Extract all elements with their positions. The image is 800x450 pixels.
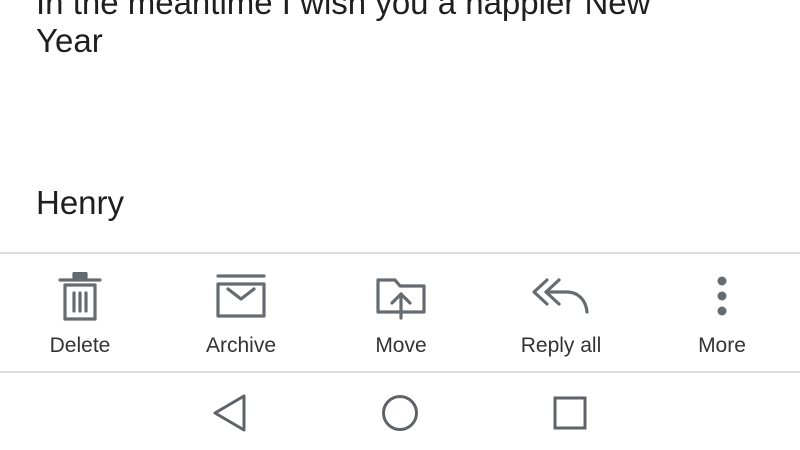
move-label: Move — [375, 334, 427, 357]
recents-icon — [546, 396, 594, 439]
more-label: More — [698, 334, 746, 357]
archive-button[interactable]: Archive — [176, 254, 306, 371]
archive-icon — [214, 272, 268, 323]
back-button[interactable] — [206, 391, 254, 435]
more-button[interactable]: More — [657, 254, 787, 371]
message-text: In the meantime I wish you a happier New… — [36, 0, 651, 59]
delete-label: Delete — [49, 334, 111, 357]
trash-icon — [57, 271, 103, 327]
move-button[interactable]: Move — [336, 254, 466, 371]
reply-all-icon — [531, 272, 591, 323]
more-vertical-icon — [712, 272, 732, 327]
move-to-folder-icon — [374, 272, 428, 327]
message-action-toolbar: Delete Archive Move Reply all More — [0, 252, 800, 373]
back-icon — [206, 394, 254, 439]
message-body: In the meantime I wish you a happier New… — [0, 0, 800, 252]
home-button[interactable] — [376, 391, 424, 435]
reply-all-button[interactable]: Reply all — [496, 254, 626, 371]
message-signature: Henry — [36, 184, 125, 221]
recents-button[interactable] — [546, 391, 594, 435]
archive-label: Archive — [205, 334, 277, 357]
delete-button[interactable]: Delete — [15, 254, 145, 371]
home-icon — [376, 395, 424, 439]
reply-all-label: Reply all — [520, 334, 602, 357]
system-navigation-bar — [0, 373, 800, 450]
